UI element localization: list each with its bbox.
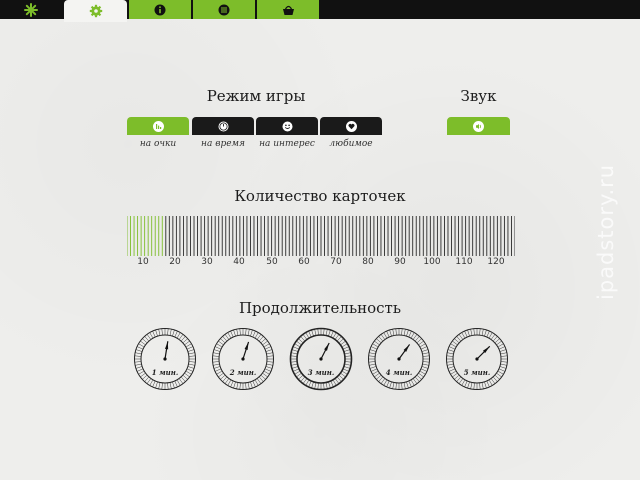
tab-settings[interactable] <box>64 0 127 22</box>
slider-tick-label: 110 <box>455 257 473 267</box>
dial-label: 4 мин. <box>385 368 413 377</box>
card-count-slider[interactable] <box>127 216 515 256</box>
dial-label: 3 мин. <box>307 368 335 377</box>
slider-tick-label: 50 <box>266 257 278 267</box>
bar-chart-icon <box>152 120 164 132</box>
mode-label: любимое <box>329 139 373 149</box>
slider-tick-label: 40 <box>233 257 245 267</box>
gear-icon <box>89 4 102 18</box>
info-icon <box>154 4 166 15</box>
slider-tick-label: 90 <box>394 257 406 267</box>
tab-home[interactable] <box>0 0 62 19</box>
duration-dial[interactable] <box>445 327 509 391</box>
duration-dial[interactable] <box>211 327 275 391</box>
mode-points-button[interactable] <box>127 117 189 135</box>
card-count-title: Количество карточек <box>234 187 406 205</box>
smiley-icon <box>282 121 292 131</box>
slider-tick-label: 20 <box>169 257 181 267</box>
sound-toggle-button[interactable] <box>447 117 510 135</box>
tab-list[interactable] <box>193 0 255 19</box>
clock-icon <box>218 121 228 131</box>
basket-icon <box>282 5 294 15</box>
slider-tick-label: 10 <box>137 257 149 267</box>
mode-label: на очки <box>139 139 177 149</box>
game-mode-title: Режим игры <box>206 87 306 105</box>
tab-store[interactable] <box>257 0 319 19</box>
slider-tick-label: 70 <box>330 257 342 267</box>
dial-label: 2 мин. <box>229 368 257 377</box>
mode-label: на время <box>201 139 245 149</box>
duration-dial[interactable] <box>367 327 431 391</box>
duration-dial[interactable] <box>133 327 197 391</box>
mode-interest-button[interactable] <box>256 117 318 135</box>
slider-tick-label: 60 <box>298 257 310 267</box>
slider-tick-label: 30 <box>201 257 213 267</box>
asterisk-icon <box>24 2 38 17</box>
heart-icon <box>345 120 357 132</box>
sound-title: Звук <box>460 87 497 105</box>
mode-favorite-button[interactable] <box>320 117 382 135</box>
slider-tick-label: 100 <box>423 257 441 267</box>
slider-tick-label: 80 <box>362 257 374 267</box>
slider-tick-label: 120 <box>487 257 505 267</box>
watermark-text: ipadstory.ru <box>594 163 618 300</box>
dial-label: 5 мин. <box>463 368 491 377</box>
tab-info[interactable] <box>129 0 191 19</box>
mode-label: на интерес <box>259 139 315 149</box>
duration-dial[interactable] <box>289 327 353 391</box>
mode-time-button[interactable] <box>192 117 254 135</box>
list-icon <box>218 4 230 15</box>
speaker-icon <box>473 120 484 132</box>
duration-title: Продолжительность <box>238 299 402 317</box>
dial-label: 1 мин. <box>151 368 179 377</box>
